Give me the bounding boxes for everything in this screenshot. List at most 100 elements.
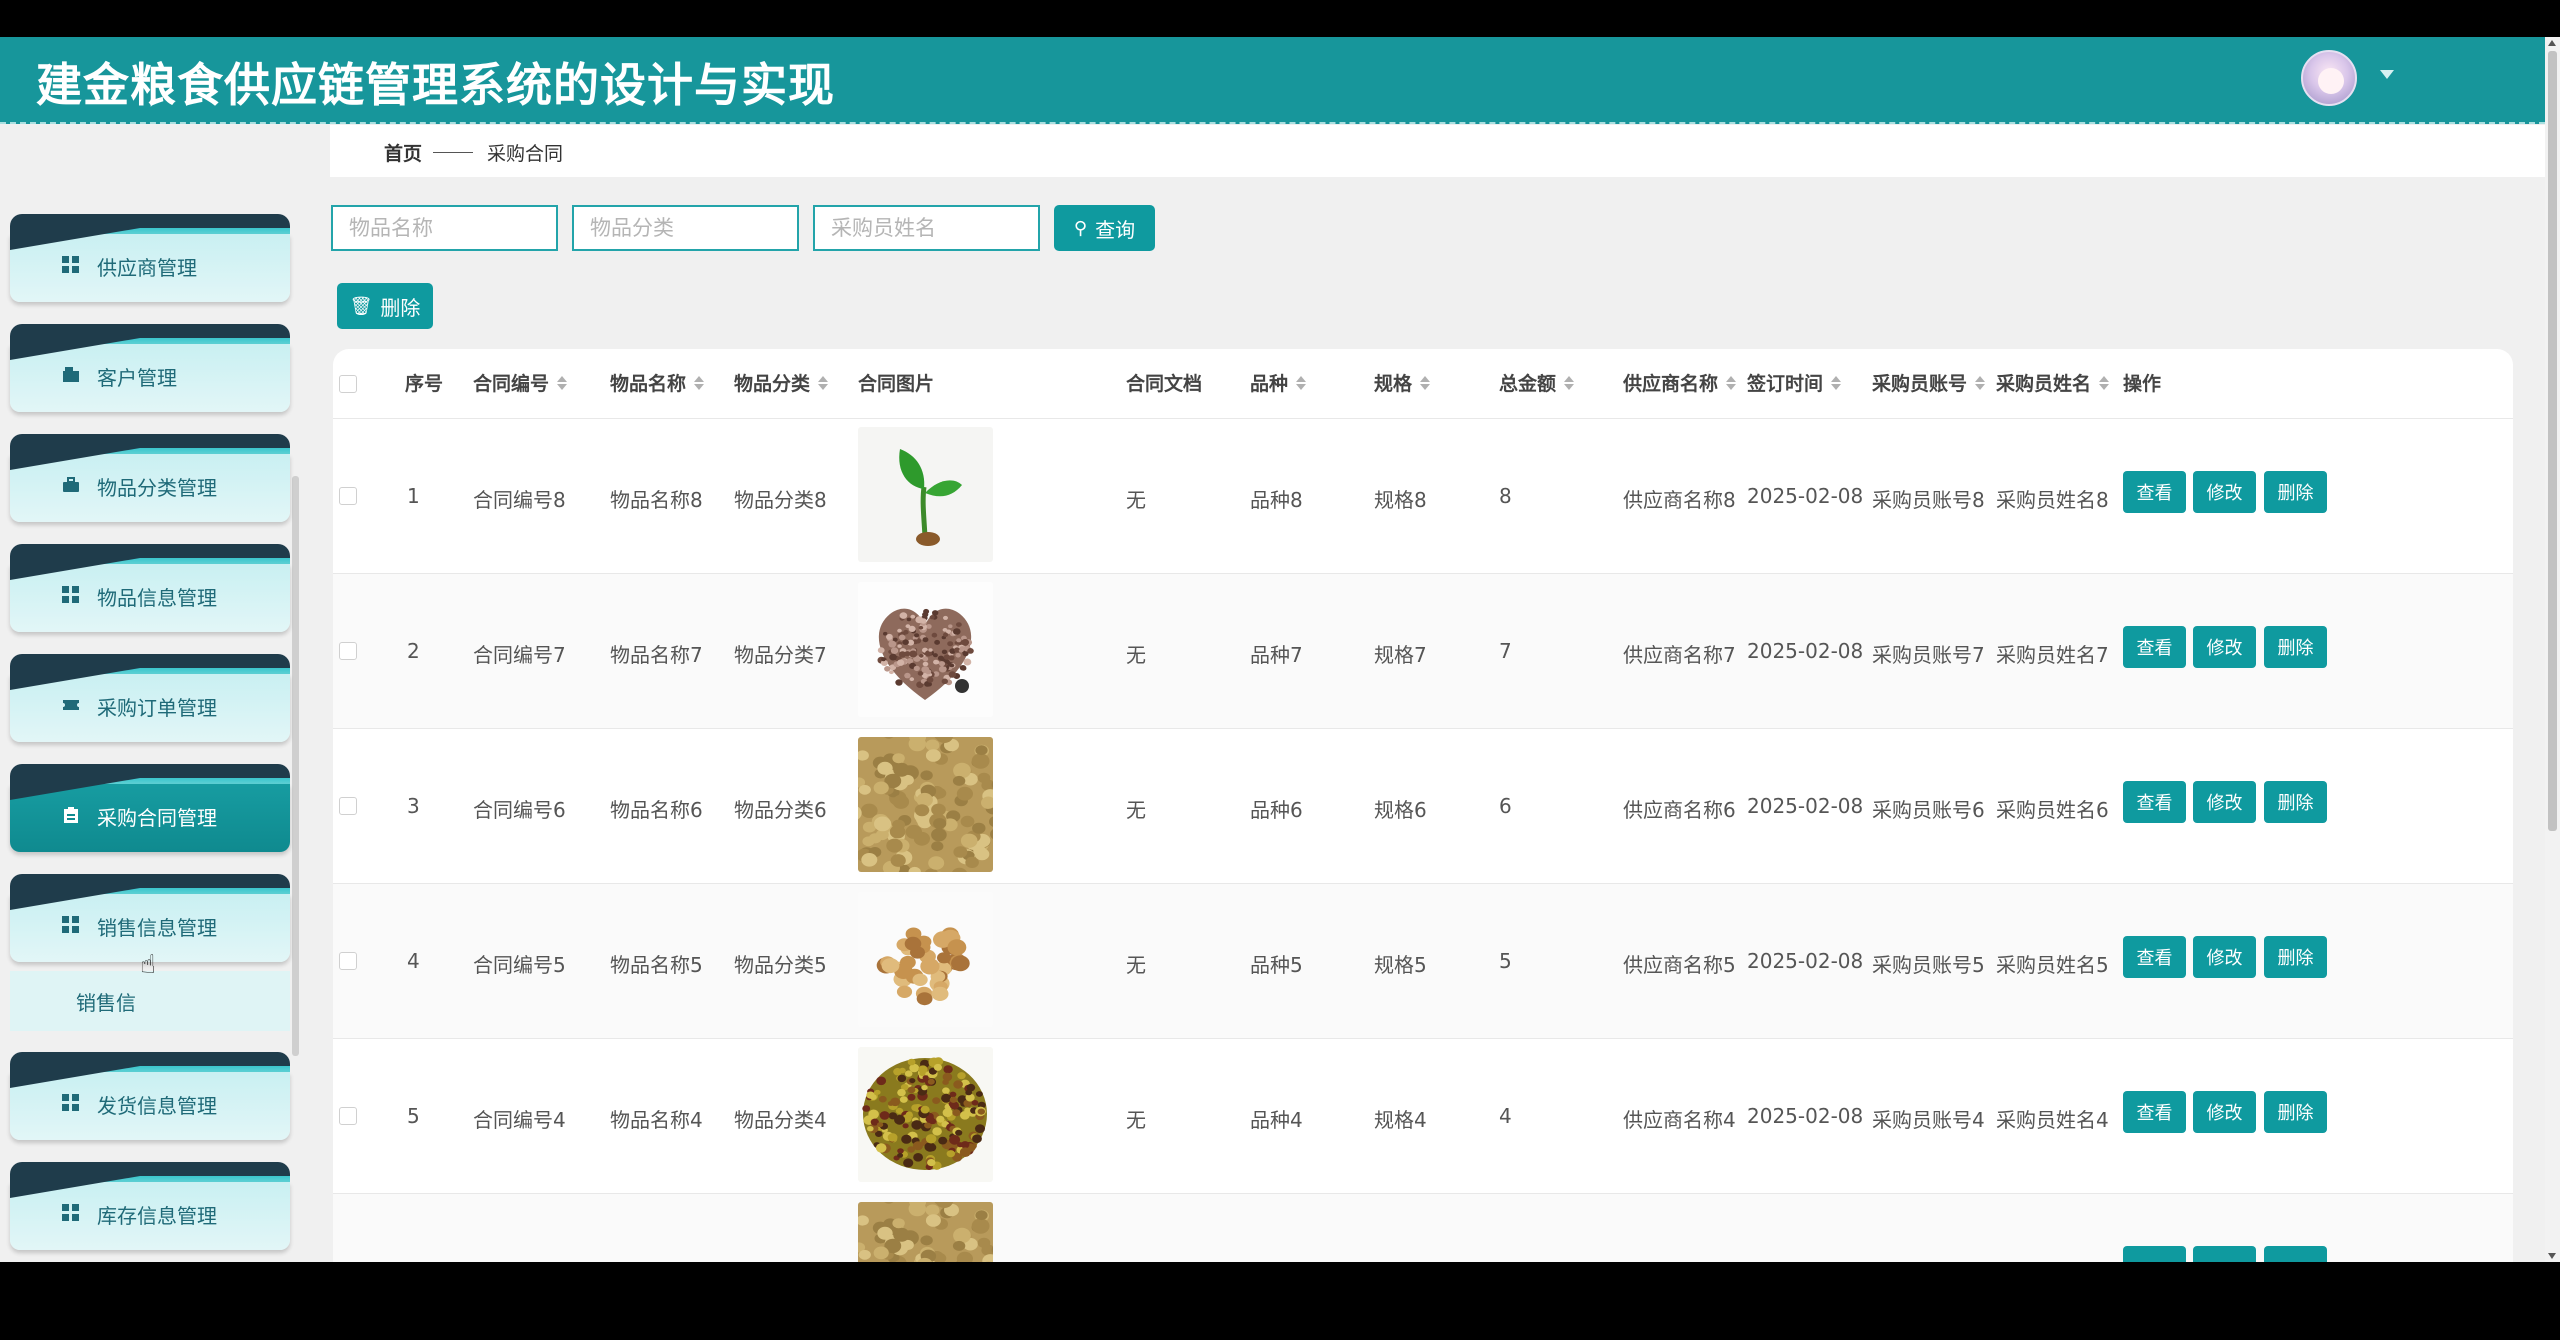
cell-buyer-account: 采购员账号7 bbox=[1872, 643, 1985, 667]
sidebar-item-2[interactable]: 客户管理 bbox=[10, 324, 290, 412]
th-supplier[interactable]: 供应商名称 bbox=[1623, 349, 1737, 419]
scroll-up-icon[interactable] bbox=[2548, 40, 2556, 46]
delete-button-label: 删除 bbox=[2277, 638, 2314, 659]
contract-image-thumbnail[interactable] bbox=[858, 427, 993, 562]
sidebar-item-3[interactable]: 物品分类管理 bbox=[10, 434, 290, 522]
cell-total: 7 bbox=[1499, 639, 1512, 663]
item-name-search-input[interactable] bbox=[331, 205, 558, 251]
view-button[interactable]: 查看 bbox=[2123, 626, 2186, 668]
th-buyer-account[interactable]: 采购员账号 bbox=[1872, 349, 1986, 419]
sidebar: 供应商管理客户管理物品分类管理物品信息管理 采购订单管理采购合同管理 销售信息管理发… bbox=[0, 126, 310, 1262]
row-checkbox[interactable] bbox=[339, 952, 357, 970]
avatar[interactable] bbox=[2301, 50, 2357, 106]
cell-sign-date: 2025-02-08 bbox=[1747, 639, 1864, 663]
batch-delete-button[interactable]: 🗑 删除 bbox=[337, 283, 433, 329]
breadcrumb-home[interactable]: 首页 bbox=[384, 139, 422, 166]
cell-item-category: 物品分类4 bbox=[734, 1108, 827, 1132]
table-row: 2 合同编号7 物品名称7 物品分类7 无 品种7 规格7 7 供应商名称7 2025-02-08… bbox=[333, 574, 2513, 729]
view-button[interactable]: 查看 bbox=[2123, 471, 2186, 513]
menu-wedge bbox=[10, 228, 140, 250]
sort-icon bbox=[1726, 375, 1737, 390]
edit-button[interactable]: 修改 bbox=[2193, 1091, 2256, 1133]
select-all-checkbox[interactable] bbox=[339, 375, 357, 393]
cell-contract-no: 合同编号8 bbox=[473, 488, 566, 512]
buyer-name-search-input[interactable] bbox=[813, 205, 1040, 251]
table-row: 3 合同编号6 物品名称6 物品分类6 无 品种6 规格6 6 供应商名称6 2025-02-08… bbox=[333, 729, 2513, 884]
th-buyer-name[interactable]: 采购员姓名 bbox=[1996, 349, 2110, 419]
page-scrollbar[interactable] bbox=[2545, 37, 2560, 1262]
table-header: 序号 合同编号 物品名称 物品分类 合同图片 合同文档 品种 规格 总金额 供应… bbox=[333, 349, 2513, 419]
sidebar-item-8[interactable]: 发货信息管理 bbox=[10, 1052, 290, 1140]
contract-image-thumbnail[interactable] bbox=[858, 737, 993, 872]
delete-button[interactable]: 删除 bbox=[2264, 626, 2327, 668]
th-total[interactable]: 总金额 bbox=[1499, 349, 1575, 419]
sidebar-item-4[interactable]: 物品信息管理 bbox=[10, 544, 290, 632]
sidebar-item-6[interactable]: 采购合同管理 bbox=[10, 764, 290, 852]
edit-button[interactable] bbox=[2193, 1246, 2256, 1262]
view-button-label: 查看 bbox=[2136, 638, 2173, 659]
edit-button[interactable]: 修改 bbox=[2193, 626, 2256, 668]
delete-button-label: 删除 bbox=[2277, 1103, 2314, 1124]
sidebar-item-label: 物品信息管理 bbox=[97, 586, 217, 610]
edit-button[interactable]: 修改 bbox=[2193, 471, 2256, 513]
contract-image-thumbnail[interactable] bbox=[858, 1202, 993, 1262]
th-spec[interactable]: 规格 bbox=[1374, 349, 1431, 419]
th-item-category[interactable]: 物品分类 bbox=[734, 349, 829, 419]
th-variety[interactable]: 品种 bbox=[1250, 349, 1307, 419]
cell-buyer-name: 采购员姓名4 bbox=[1996, 1108, 2109, 1132]
sort-icon bbox=[1296, 375, 1307, 390]
sidebar-item-9[interactable]: 库存信息管理 bbox=[10, 1162, 290, 1250]
view-button-label: 查看 bbox=[2136, 483, 2173, 504]
edit-button-label: 修改 bbox=[2206, 793, 2243, 814]
table-row-partial bbox=[333, 1194, 2513, 1262]
view-button[interactable]: 查看 bbox=[2123, 1091, 2186, 1133]
sidebar-item-label: 采购订单管理 bbox=[97, 696, 217, 720]
cell-total: 8 bbox=[1499, 484, 1512, 508]
cell-variety: 品种4 bbox=[1250, 1108, 1303, 1132]
th-contract-no[interactable]: 合同编号 bbox=[473, 349, 568, 419]
sidebar-item-5[interactable]: 采购订单管理 bbox=[10, 654, 290, 742]
th-sign-date[interactable]: 签订时间 bbox=[1747, 349, 1842, 419]
delete-button[interactable] bbox=[2264, 1246, 2327, 1262]
scrollbar-thumb[interactable] bbox=[2548, 51, 2557, 831]
delete-button[interactable]: 删除 bbox=[2264, 471, 2327, 513]
edit-button[interactable]: 修改 bbox=[2193, 936, 2256, 978]
th-index: 序号 bbox=[405, 373, 444, 395]
row-checkbox[interactable] bbox=[339, 487, 357, 505]
delete-button[interactable]: 删除 bbox=[2264, 936, 2327, 978]
item-category-search-input[interactable] bbox=[572, 205, 799, 251]
chevron-down-icon[interactable] bbox=[2380, 70, 2394, 79]
menu-wedge bbox=[10, 338, 140, 360]
sort-icon bbox=[1975, 375, 1986, 390]
edit-button-label: 修改 bbox=[2206, 483, 2243, 504]
menu-wedge bbox=[10, 888, 140, 910]
sidebar-item-7[interactable]: 销售信息管理 bbox=[10, 874, 290, 962]
cell-item-name: 物品名称4 bbox=[610, 1108, 703, 1132]
breadcrumb-current: 采购合同 bbox=[487, 143, 564, 165]
row-checkbox[interactable] bbox=[339, 797, 357, 815]
view-button[interactable]: 查看 bbox=[2123, 936, 2186, 978]
delete-button[interactable]: 删除 bbox=[2264, 781, 2327, 823]
contract-image-thumbnail[interactable] bbox=[858, 892, 993, 1027]
table-row: 1 合同编号8 物品名称8 物品分类8 无 品种8 规格8 8 供应商名称8 2025-02-08… bbox=[333, 419, 2513, 574]
search-button[interactable]: ⚲ 查询 bbox=[1054, 205, 1155, 251]
view-button-label: 查看 bbox=[2136, 1103, 2173, 1124]
th-item-name[interactable]: 物品名称 bbox=[610, 349, 705, 419]
row-checkbox[interactable] bbox=[339, 642, 357, 660]
contract-image-thumbnail[interactable] bbox=[858, 1047, 993, 1182]
view-button[interactable] bbox=[2123, 1246, 2186, 1262]
edit-button[interactable]: 修改 bbox=[2193, 781, 2256, 823]
contract-image-thumbnail[interactable] bbox=[858, 582, 993, 717]
sidebar-item-1[interactable]: 供应商管理 bbox=[10, 214, 290, 302]
view-button[interactable]: 查看 bbox=[2123, 781, 2186, 823]
user-card-icon bbox=[62, 366, 80, 384]
row-checkbox[interactable] bbox=[339, 1107, 357, 1125]
sidebar-scrollbar[interactable] bbox=[292, 476, 299, 1056]
scroll-down-icon[interactable] bbox=[2548, 1253, 2556, 1259]
delete-button[interactable]: 删除 bbox=[2264, 1091, 2327, 1133]
cell-buyer-account: 采购员账号6 bbox=[1872, 798, 1985, 822]
cell-item-name: 物品名称8 bbox=[610, 488, 703, 512]
sidebar-item-label: 发货信息管理 bbox=[97, 1094, 217, 1118]
sidebar-subitem-sales[interactable]: 销售信 bbox=[10, 971, 290, 1031]
table-row: 4 合同编号5 物品名称5 物品分类5 无 品种5 规格5 5 供应商名称5 2025-02-08… bbox=[333, 884, 2513, 1039]
